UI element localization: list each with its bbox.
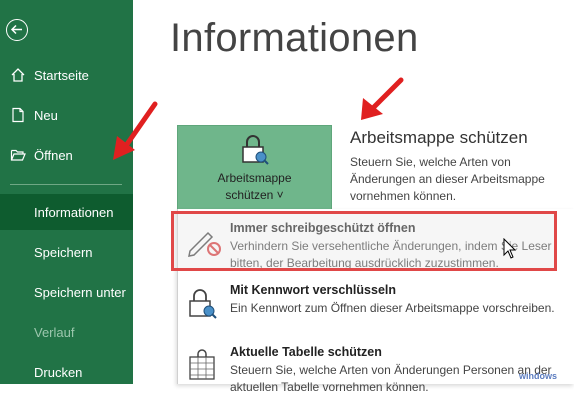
section-title: Arbeitsmappe schützen bbox=[350, 128, 528, 147]
menu-item-encrypt-password[interactable]: Mit Kennwort verschlüsseln Ein Kennwort … bbox=[178, 283, 574, 341]
protect-button-label-line2: schützen ˅ bbox=[225, 188, 284, 202]
sheet-lock-icon bbox=[189, 349, 215, 380]
menu-item-description: Ein Kennwort zum Öffnen dieser Arbeitsma… bbox=[230, 301, 555, 315]
sidebar-item-speichern[interactable]: Speichern bbox=[0, 234, 133, 270]
cursor-icon bbox=[503, 238, 517, 259]
menu-item-protect-sheet[interactable]: Aktuelle Tabelle schützen Steuern Sie, w… bbox=[178, 345, 574, 394]
section-description: Steuern Sie, welche Arten von Änderungen… bbox=[350, 155, 545, 203]
sidebar-item-verlauf: Verlauf bbox=[0, 314, 133, 350]
sidebar-item-label: Informationen bbox=[34, 204, 114, 220]
folder-open-icon bbox=[10, 147, 26, 163]
sidebar-item-label: Öffnen bbox=[34, 147, 73, 163]
lock-key-icon bbox=[189, 289, 217, 319]
lock-key-icon bbox=[242, 135, 269, 165]
sidebar-divider bbox=[10, 184, 122, 185]
back-button[interactable] bbox=[6, 19, 28, 41]
sidebar-item-label: Speichern unter bbox=[34, 284, 126, 300]
sidebar-item-startseite[interactable]: Startseite bbox=[0, 57, 133, 93]
annotation-arrow-icon bbox=[361, 77, 404, 120]
highlight-box bbox=[171, 211, 557, 271]
backstage-sidebar: Startseite Neu Öffnen Informationen Spei… bbox=[0, 0, 133, 384]
sidebar-item-label: Drucken bbox=[34, 364, 83, 380]
sidebar-item-label: Speichern bbox=[34, 244, 93, 260]
sidebar-item-informationen[interactable]: Informationen bbox=[0, 194, 133, 230]
page-title: Informationen bbox=[170, 16, 419, 60]
protect-button-label-line1: Arbeitsmappe bbox=[217, 171, 292, 185]
sidebar-item-speichern-unter[interactable]: Speichern unter bbox=[0, 274, 133, 310]
sidebar-item-label: Verlauf bbox=[34, 324, 75, 340]
annotation-arrow-icon bbox=[113, 101, 158, 160]
home-icon bbox=[10, 67, 26, 83]
new-file-icon bbox=[10, 107, 26, 123]
protect-button-label: Arbeitsmappe schützen ˅ bbox=[178, 170, 331, 204]
watermark-text: windows bbox=[519, 371, 557, 381]
sidebar-item-label: Neu bbox=[34, 107, 58, 123]
menu-item-title: Mit Kennwort verschlüsseln bbox=[230, 283, 397, 297]
protect-workbook-button[interactable]: Arbeitsmappe schützen ˅ bbox=[177, 125, 332, 210]
sidebar-item-drucken[interactable]: Drucken bbox=[0, 354, 133, 390]
back-arrow-icon bbox=[10, 24, 22, 35]
sidebar-item-label: Startseite bbox=[34, 67, 89, 83]
menu-item-title: Aktuelle Tabelle schützen bbox=[230, 345, 382, 359]
